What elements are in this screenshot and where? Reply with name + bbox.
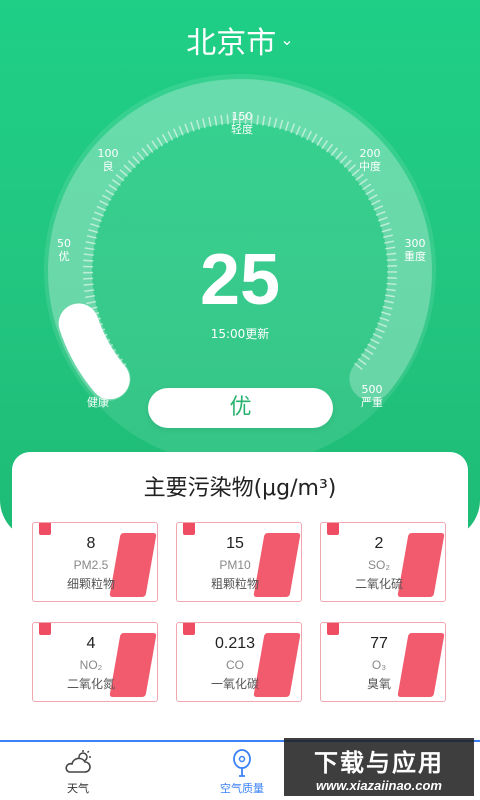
pollutant-card-co[interactable]: 0.213 CO 一氧化碳 <box>176 622 302 702</box>
pollutant-card-pm25[interactable]: 8 PM2.5 细颗粒物 <box>32 522 158 602</box>
pollutant-card-no2[interactable]: 4 NO₂ 二氧化氮 <box>32 622 158 702</box>
scale-label-200: 200 中度 <box>359 147 381 173</box>
pollutant-panel-title: 主要污染物(μg/m³) <box>143 476 337 501</box>
bookmark-icon <box>39 523 51 535</box>
pollutant-name: 二氧化硫 <box>354 577 403 591</box>
pollutant-code: O₃ <box>371 658 387 672</box>
pollutant-code: CO <box>226 658 244 672</box>
aqi-level-badge: 优 <box>148 388 333 428</box>
pollutant-value: 15 <box>226 535 244 552</box>
pollutant-value: 4 <box>86 635 96 652</box>
tab-air-label: 空气质量 <box>220 782 264 795</box>
pollutant-name: 细颗粒物 <box>66 577 115 591</box>
bookmark-icon <box>327 523 339 535</box>
pollutant-card-so2[interactable]: 2 SO₂ 二氧化硫 <box>320 522 446 602</box>
pollutant-value: 2 <box>374 535 384 552</box>
bookmark-icon <box>183 623 195 635</box>
watermark-sub: www.xiazaiinao.com <box>316 778 442 793</box>
pollutant-name: 粗颗粒物 <box>210 577 259 591</box>
watermark-main: 下载与应用 <box>314 749 444 777</box>
watermark-logo: 下载与应用 www.xiazaiinao.com <box>284 738 474 796</box>
pollutant-value: 0.213 <box>214 635 256 652</box>
pollutant-name: 二氧化氮 <box>66 677 115 691</box>
cloud-sun-icon <box>65 750 91 773</box>
pollutant-value: 8 <box>86 535 96 552</box>
pollutant-card-o3[interactable]: 77 O₃ 臭氧 <box>320 622 446 702</box>
scale-label-500: 500 严重 <box>361 383 383 409</box>
pollutant-panel: 主要污染物(μg/m³) 8 PM2.5 细颗粒物 15 PM10 粗颗粒物 2… <box>12 452 468 737</box>
bookmark-icon <box>327 623 339 635</box>
pollutant-code: NO₂ <box>79 658 103 672</box>
scale-label-0: 0 健康 <box>87 383 109 409</box>
bookmark-icon <box>39 623 51 635</box>
aqi-value: 25 <box>199 240 281 320</box>
pollutant-value: 77 <box>370 635 388 652</box>
pollutant-code: PM10 <box>219 558 251 572</box>
update-time: 15:00更新 <box>210 327 270 341</box>
pollutant-code: PM2.5 <box>73 558 109 572</box>
pollutant-card-pm10[interactable]: 15 PM10 粗颗粒物 <box>176 522 302 602</box>
pollutant-code: SO₂ <box>368 558 390 572</box>
scale-label-150: 150 轻度 <box>231 110 253 136</box>
balloon-icon <box>233 749 251 777</box>
pollutant-name: 一氧化碳 <box>210 677 259 691</box>
pollutant-name: 臭氧 <box>366 677 391 691</box>
tab-weather-label: 天气 <box>67 782 89 795</box>
bookmark-icon <box>183 523 195 535</box>
tab-weather[interactable]: 天气 <box>18 742 138 800</box>
scale-label-100: 100 良 <box>97 147 119 173</box>
